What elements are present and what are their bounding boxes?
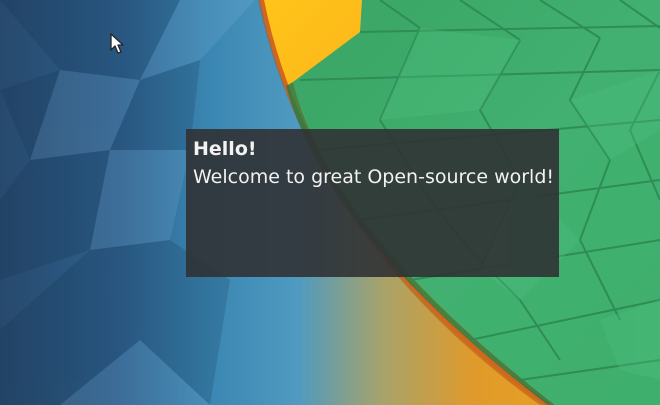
desktop: Hello! Welcome to great Open-source worl… [0,0,660,405]
notification-popup[interactable]: Hello! Welcome to great Open-source worl… [186,129,559,277]
notification-body: Welcome to great Open-source world! [193,166,555,188]
notification-title: Hello! [193,138,257,160]
arrow-pointer-icon [110,33,124,54]
